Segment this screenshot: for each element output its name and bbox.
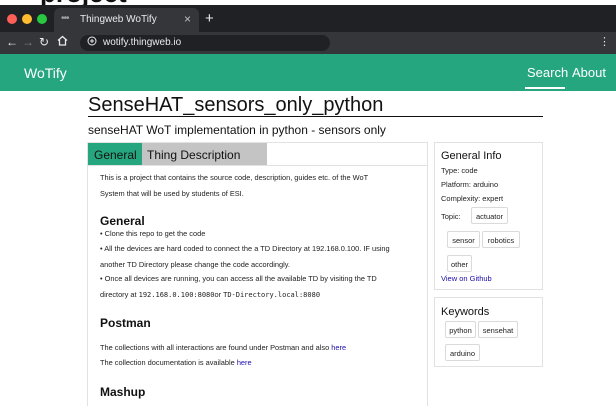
tab-general[interactable]: General (88, 143, 142, 165)
topic-chip-label: sensor (452, 236, 475, 245)
keywords-heading: Keywords (441, 306, 490, 318)
info-type: Type: code (441, 166, 478, 175)
topic-chip[interactable]: robotics (482, 231, 520, 248)
tab-general-label: General (94, 148, 137, 162)
general-info-card: General Info Type: code Platform: arduin… (434, 142, 543, 290)
readme-bullet: • Once all devices are running, you can … (100, 274, 377, 283)
general-info-heading: General Info (441, 150, 502, 162)
tab-thing-description[interactable]: Thing Description (142, 143, 267, 165)
readme-code: 192.168.0.100:8080 (138, 291, 215, 299)
title-divider (88, 116, 543, 117)
readme-bullet: • All the devices are hard coded to conn… (100, 244, 390, 253)
app-navbar: WoTify Search About (0, 54, 616, 91)
page-subtitle: senseHAT WoT implementation in python - … (88, 123, 386, 137)
loading-dots-icon: ••• (61, 13, 69, 24)
back-arrow-icon[interactable]: ← (6, 35, 18, 49)
readme-text: The collection documentation is availabl… (100, 358, 237, 367)
info-topic-label: Topic: (441, 212, 461, 221)
brand-logo[interactable]: WoTify (24, 65, 67, 81)
readme-text: The collections with all interactions ar… (100, 343, 332, 352)
readme-postman-line-2: The collection documentation is availabl… (100, 358, 252, 367)
topic-chip-label: actuator (475, 212, 504, 221)
forward-arrow-icon[interactable]: → (22, 35, 34, 49)
keyword-chip-label: python (449, 326, 472, 335)
topic-chip[interactable]: actuator (471, 207, 508, 224)
readme-code: TD-Directory.local:8080 (223, 291, 321, 299)
topic-chip[interactable]: sensor (447, 231, 480, 248)
keyword-chip[interactable]: sensehat (478, 321, 518, 338)
postman-docs-link[interactable]: here (237, 358, 252, 367)
address-bar[interactable]: wotify.thingweb.io (80, 35, 330, 51)
active-nav-indicator (525, 87, 565, 89)
browser-tab-strip: ••• Thingweb WoTify × + (0, 5, 616, 32)
nav-link-search[interactable]: Search (527, 65, 568, 80)
keyword-chip-label: arduino (449, 349, 476, 358)
readme-bullet: • Clone this repo to get the code (100, 229, 206, 238)
readme-heading-postman: Postman (100, 316, 151, 330)
readme-heading-general: General (100, 214, 145, 228)
browser-tab[interactable]: ••• Thingweb WoTify × (54, 8, 199, 32)
readme-bullet-continuation: another TD Directory please change the c… (100, 260, 290, 269)
keywords-card: Keywords python sensehat arduino (434, 297, 543, 367)
maximize-window-button[interactable] (37, 14, 47, 24)
url-text[interactable]: wotify.thingweb.io (103, 37, 181, 48)
tab-thing-description-label: Thing Description (147, 148, 241, 162)
keyword-chip[interactable]: python (445, 321, 476, 338)
readme-intro-line-1: This is a project that contains the sour… (100, 173, 369, 182)
postman-collection-link[interactable]: here (331, 343, 346, 352)
readme-postman-line-1: The collections with all interactions ar… (100, 343, 346, 352)
page-title: SenseHAT_sensors_only_python (88, 94, 384, 116)
tab-divider (88, 165, 427, 166)
readme-text: or (214, 290, 224, 299)
readme-bullet-continuation: directory at 192.168.0.100:8080or TD-Dir… (100, 290, 320, 299)
readme-card: General Thing Description This is a proj… (87, 142, 428, 406)
topic-chip-label: robotics (487, 236, 515, 245)
keyword-chip-label: sensehat (482, 326, 514, 335)
info-platform: Platform: arduino (441, 180, 499, 189)
browser-toolbar: ← → ↻ wotify.thingweb.io ⋮ (0, 32, 616, 54)
topic-chip-label: other (450, 260, 469, 269)
keyword-chip[interactable]: arduino (445, 344, 480, 361)
new-tab-button[interactable]: + (205, 10, 214, 27)
view-on-github-link[interactable]: View on Github (441, 274, 492, 283)
info-complexity: Complexity: expert (441, 194, 504, 203)
home-icon[interactable] (57, 35, 68, 49)
nav-link-about[interactable]: About (572, 65, 606, 80)
browser-menu-icon[interactable]: ⋮ (599, 35, 610, 48)
readme-heading-mashup: Mashup (100, 385, 146, 399)
topic-chip[interactable]: other (447, 255, 472, 272)
minimize-window-button[interactable] (22, 14, 32, 24)
close-window-button[interactable] (7, 14, 17, 24)
browser-tab-title: Thingweb WoTify (80, 14, 157, 25)
reload-icon[interactable]: ↻ (39, 35, 49, 49)
tab-close-icon[interactable]: × (184, 12, 191, 26)
readme-text: directory at (100, 290, 139, 299)
readme-intro-line-2: System that will be used by students of … (100, 189, 244, 198)
site-info-icon[interactable] (87, 36, 97, 49)
